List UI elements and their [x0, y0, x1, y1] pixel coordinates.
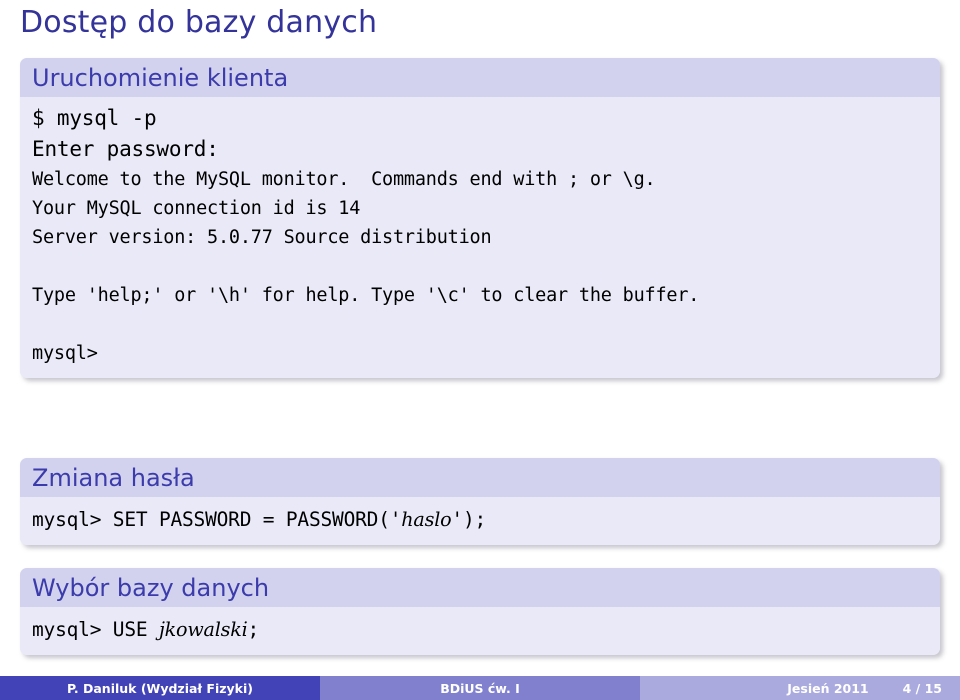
sql-command-argument: haslo — [401, 508, 452, 531]
block-wybor-bazy-danych: Wybór bazy danych mysql> USE jkowalski; — [20, 568, 940, 655]
footer-bar: P. Daniluk (Wydział Fizyki) BDiUS ćw. I … — [0, 676, 960, 700]
block-title-wybor-bazy-danych: Wybór bazy danych — [20, 568, 940, 607]
block-body-wybor-bazy-danych: mysql> USE jkowalski; — [20, 607, 940, 655]
console-prompt: mysql> — [32, 343, 98, 364]
block-body-zmiana-hasla: mysql> SET PASSWORD = PASSWORD('haslo'); — [20, 497, 940, 545]
console-line: Enter password: — [32, 137, 219, 161]
sql-command-suffix: '); — [451, 508, 487, 531]
footer-author: P. Daniluk (Wydział Fizyki) — [0, 676, 320, 700]
footer-date: Jesień 2011 — [787, 680, 869, 696]
footer-subject: BDiUS ćw. I — [320, 676, 640, 700]
block-uruchomienie-klienta: Uruchomienie klienta $ mysql -p Enter pa… — [20, 58, 940, 378]
console-line: Type 'help;' or '\h' for help. Type '\c'… — [32, 285, 700, 306]
footer-date-page: Jesień 2011 4 / 15 — [640, 676, 960, 700]
presentation-slide: Dostęp do bazy danych Uruchomienie klien… — [0, 0, 960, 700]
console-line: Your MySQL connection id is 14 — [32, 198, 361, 219]
block-title-zmiana-hasla: Zmiana hasła — [20, 458, 940, 497]
console-line: Welcome to the MySQL monitor. Commands e… — [32, 169, 656, 190]
sql-command-argument: jkowalski — [158, 618, 248, 641]
sql-command-prefix: mysql> USE — [32, 618, 159, 641]
page-title: Dostęp do bazy danych — [20, 5, 378, 40]
sql-command-suffix: ; — [247, 618, 260, 641]
block-title-uruchomienie-klienta: Uruchomienie klienta — [20, 58, 940, 97]
console-line: $ mysql -p — [32, 106, 157, 130]
sql-command-prefix: mysql> SET PASSWORD = PASSWORD(' — [32, 508, 402, 531]
block-zmiana-hasla: Zmiana hasła mysql> SET PASSWORD = PASSW… — [20, 458, 940, 545]
sql-command-set-password: mysql> SET PASSWORD = PASSWORD('haslo'); — [32, 503, 940, 537]
sql-command-use-database: mysql> USE jkowalski; — [32, 613, 940, 647]
footer-page-number: 4 / 15 — [902, 680, 942, 696]
console-line: Server version: 5.0.77 Source distributi… — [32, 227, 492, 248]
block-body-uruchomienie-klienta: $ mysql -p Enter password: Welcome to th… — [20, 97, 940, 378]
